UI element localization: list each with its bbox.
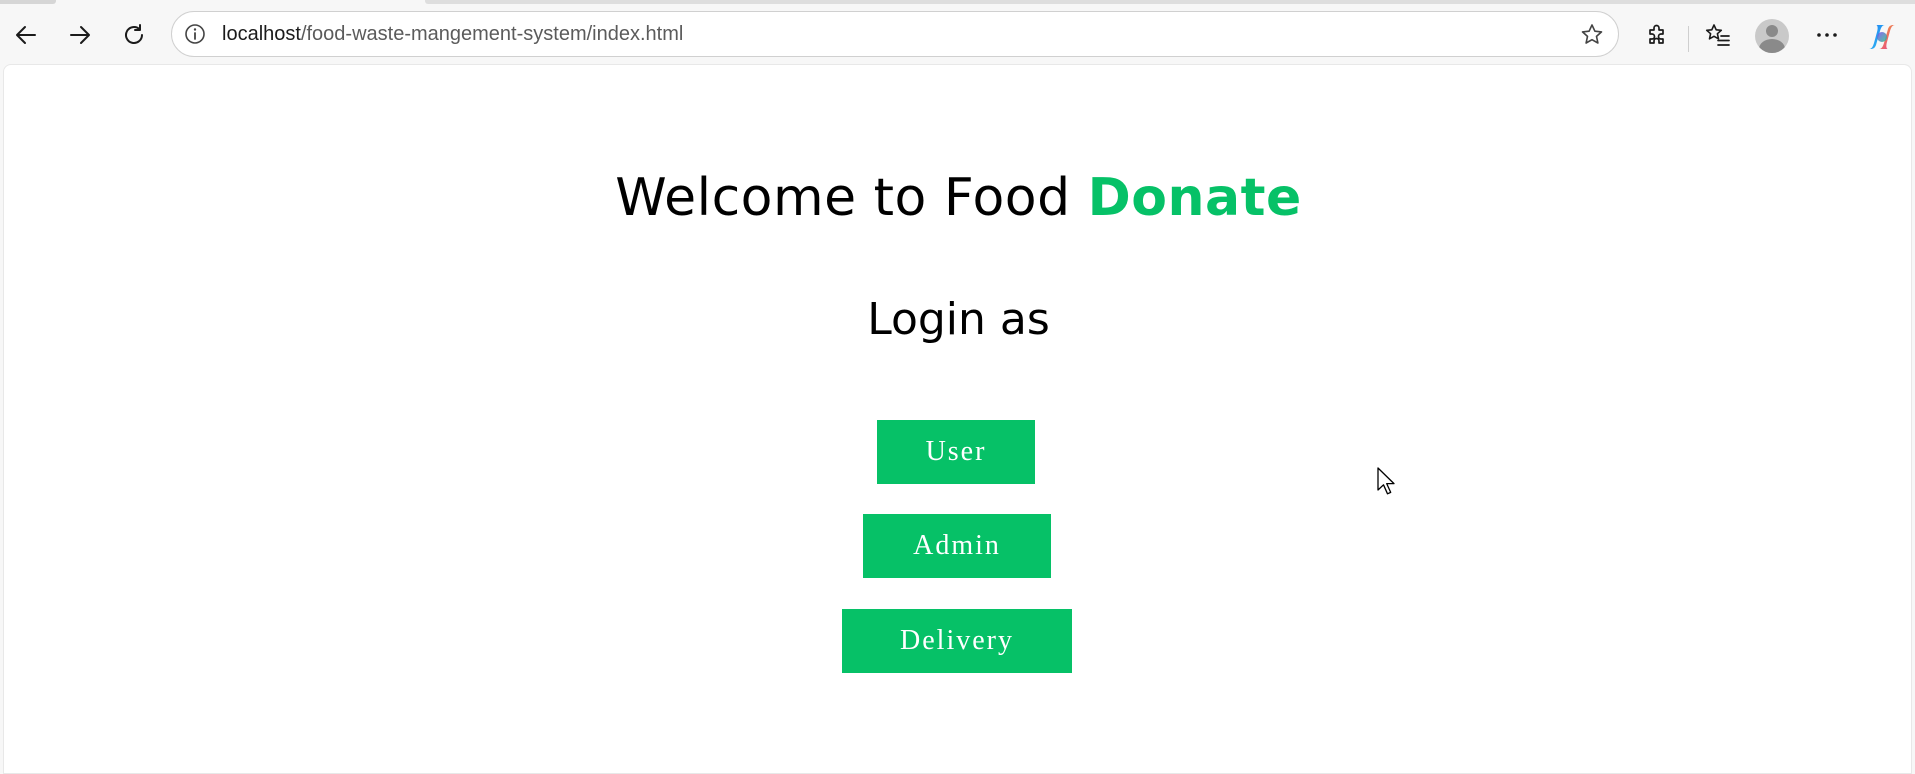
forward-button[interactable] — [60, 15, 100, 55]
profile-avatar-icon[interactable] — [1755, 19, 1789, 53]
back-arrow-icon — [16, 26, 36, 44]
site-info-icon — [185, 24, 205, 44]
favorites-icon — [1705, 24, 1730, 46]
url-path: /food-waste-mangement-system/index.html — [300, 23, 684, 45]
address-bar[interactable]: localhost/food-waste-mangement-system/in… — [171, 11, 1619, 57]
more-menu-icon — [1817, 33, 1837, 37]
toolbar-separator — [1688, 26, 1689, 52]
back-button[interactable] — [6, 15, 46, 55]
page-title-accent: Donate — [1087, 168, 1302, 228]
page-viewport: Welcome to Food Donate Login as User Adm… — [3, 64, 1912, 774]
copilot-icon[interactable] — [1866, 21, 1898, 53]
extensions-icon — [1649, 24, 1664, 44]
extensions-button[interactable] — [1637, 15, 1677, 55]
url-host: localhost — [222, 23, 301, 45]
browser-toolbar: localhost/food-waste-mangement-system/in… — [0, 4, 1915, 64]
favorite-star-icon — [1581, 24, 1603, 44]
user-login-button[interactable]: User — [877, 420, 1035, 484]
more-menu-button[interactable] — [1807, 15, 1847, 55]
refresh-button[interactable] — [114, 15, 154, 55]
refresh-icon — [125, 24, 143, 44]
page-title: Welcome to Food Donate — [4, 168, 1913, 228]
forward-arrow-icon — [70, 26, 90, 44]
avatar-head — [1766, 25, 1778, 37]
page-title-prefix: Welcome to Food — [615, 168, 1088, 228]
delivery-login-button[interactable]: Delivery — [842, 609, 1072, 673]
add-favorite-button[interactable] — [1578, 21, 1606, 49]
admin-login-button[interactable]: Admin — [863, 514, 1051, 578]
site-info-button[interactable] — [181, 20, 209, 48]
avatar-body — [1759, 39, 1785, 53]
mouse-cursor-icon — [1377, 467, 1395, 495]
favorites-button[interactable] — [1698, 15, 1738, 55]
url-text[interactable]: localhost/food-waste-mangement-system/in… — [222, 23, 683, 46]
login-heading: Login as — [867, 294, 1050, 345]
